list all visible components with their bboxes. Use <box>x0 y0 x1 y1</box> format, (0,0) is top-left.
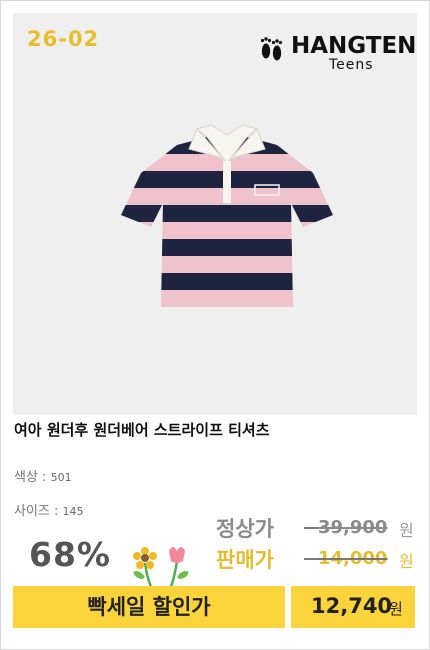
color-option: 색상 : 501 <box>14 466 72 485</box>
flash-currency: 원 <box>389 600 403 618</box>
flash-sale-button[interactable]: 빡세일 할인가 <box>13 586 285 628</box>
brand-logo: HANGTEN Teens <box>257 33 422 77</box>
brand-name: HANGTEN <box>291 33 417 59</box>
product-code: 26-02 <box>27 27 100 51</box>
flash-price-button[interactable]: 12,740 원 <box>291 586 415 628</box>
product-card[interactable]: 26-02 HANGTEN Teens 여아 원더후 원더베어 스트라이프 티셔… <box>0 0 430 650</box>
discount-rate: 68% <box>29 535 111 574</box>
product-image[interactable]: 26-02 HANGTEN Teens <box>13 13 417 415</box>
regular-currency: 원 <box>399 521 414 540</box>
product-title[interactable]: 여아 원더후 원더베어 스트라이프 티셔츠 <box>14 419 270 440</box>
color-value: 501 <box>50 471 72 484</box>
size-value: 145 <box>62 505 84 518</box>
flash-price: 12,740 <box>311 594 393 618</box>
color-label: 색상 : <box>14 470 47 485</box>
regular-price: 39,900 <box>318 517 388 538</box>
regular-price-label: 정상가 <box>216 517 274 541</box>
regular-price-row: 정상가 39,900 원 <box>216 513 421 541</box>
divider <box>304 527 318 529</box>
size-option: 사이즈 : 145 <box>14 500 84 519</box>
feet-icon <box>260 37 283 61</box>
sale-currency: 원 <box>399 552 414 571</box>
sale-price-row: 판매가 14,000 원 <box>216 544 421 572</box>
divider <box>304 558 318 560</box>
striped-polo-shirt-image <box>121 124 333 307</box>
sale-price-label: 판매가 <box>216 548 274 572</box>
brand-subline: Teens <box>329 57 374 73</box>
sale-price: 14,000 <box>318 548 388 569</box>
flowers-icon <box>133 547 189 587</box>
flash-sale-label: 빡세일 할인가 <box>87 595 211 619</box>
size-label: 사이즈 : <box>14 504 59 519</box>
